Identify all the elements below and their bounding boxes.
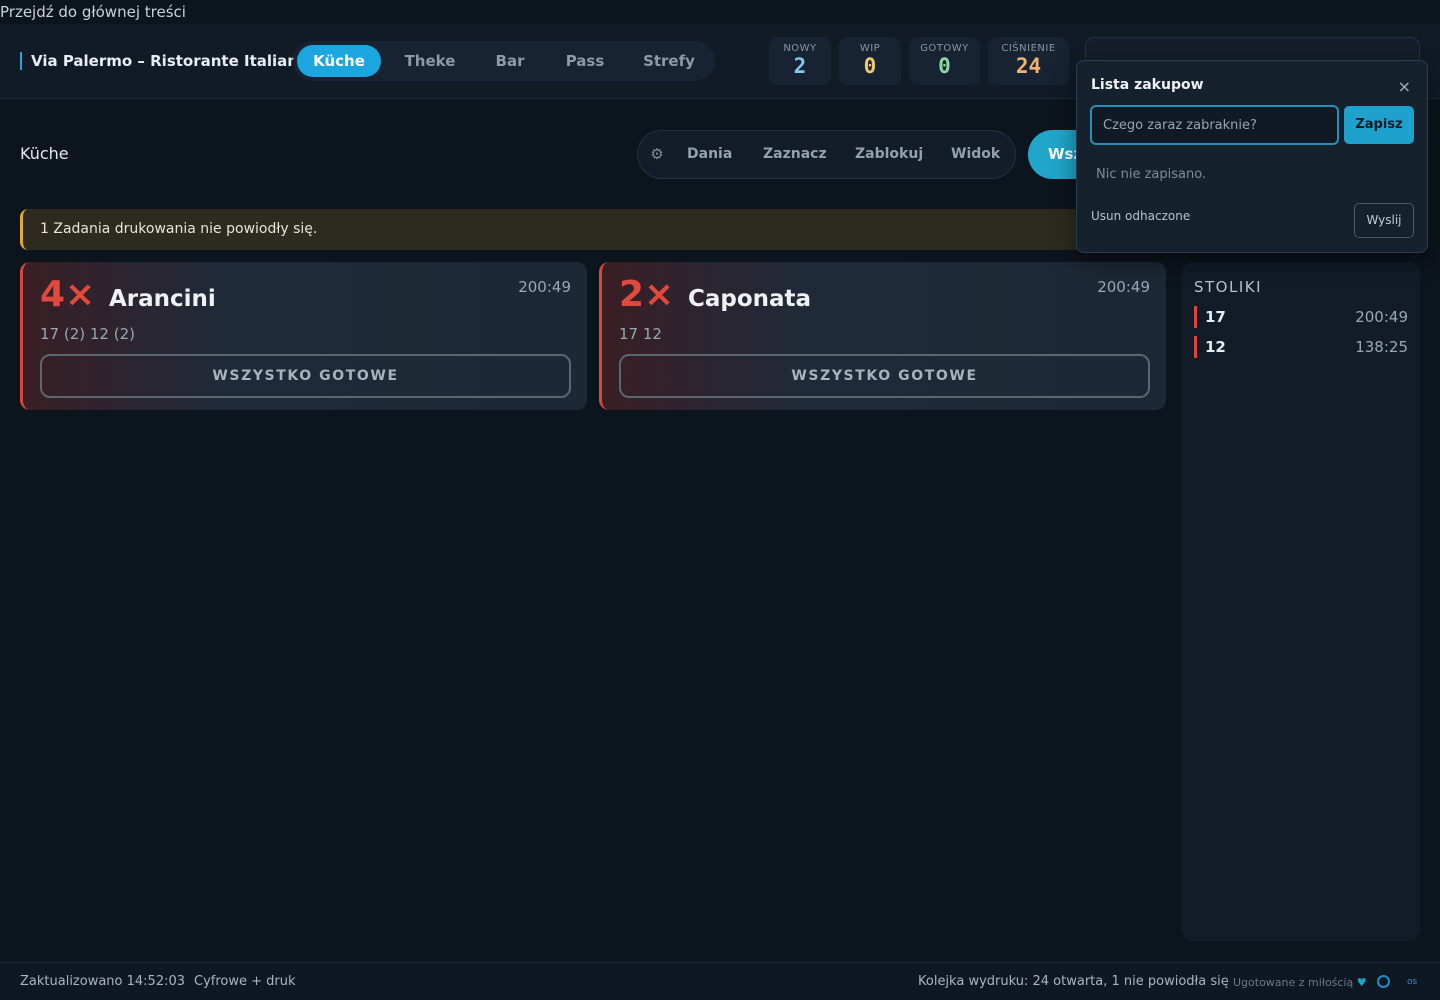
order-tables: 17 (2) 12 (2) [40,325,135,343]
stat-wip: WIP 0 [839,37,901,85]
table-number: 17 [1205,308,1226,326]
last-updated: Zaktualizowano 14:52:03 [20,974,186,989]
dishes-button[interactable]: Dania [687,146,732,162]
table-number: 12 [1205,338,1226,356]
order-quantity: 2× [619,274,675,315]
order-timer: 200:49 [1097,278,1150,296]
output-mode: Cyfrowe + druk [194,974,296,989]
order-tables: 17 12 [619,325,662,343]
order-timer: 200:49 [518,278,571,296]
order-quantity: 4× [40,274,96,315]
order-dish-name: Arancini [109,286,216,312]
credit-label: Ugotowane z miłością [1233,976,1354,989]
order-card: 2× Caponata 200:49 17 12 WSZYSTKO GOTOWE [599,262,1166,410]
tab-theke[interactable]: Theke [387,45,473,77]
os-label: os [1407,977,1418,987]
print-queue-status: Kolejka wydruku: 24 otwarta, 1 nie powio… [918,974,1229,989]
save-button[interactable]: Zapisz [1344,106,1414,144]
all-ready-button[interactable]: WSZYSTKO GOTOWE [619,354,1150,398]
table-row[interactable]: 17 200:49 [1194,306,1408,328]
credit-text: Ugotowane z miłością ♥ [1233,976,1367,989]
station-tabs: Küche Theke Bar Pass Strefy [293,41,715,81]
status-footer: Zaktualizowano 14:52:03 Cyfrowe + druk K… [0,962,1440,1000]
empty-list-message: Nic nie zapisano. [1096,167,1207,182]
stat-wip-label: WIP [859,43,881,54]
view-button[interactable]: Widok [951,146,1000,162]
shopping-list-popover: Lista zakupow × Zapisz Nic nie zapisano.… [1076,60,1428,253]
tab-strefy[interactable]: Strefy [629,45,709,77]
stat-ready: GOTOWY 0 [909,37,980,85]
stat-new-label: NOWY [783,43,817,54]
tab-pass[interactable]: Pass [547,45,623,77]
skip-to-content-link[interactable]: Przejdź do głównej treści [0,0,186,24]
print-error-banner: 1 Zadania drukowania nie powiodły się. [20,209,1110,250]
connection-ring-icon [1377,975,1390,988]
tab-kuche[interactable]: Küche [297,45,381,77]
table-time: 200:49 [1355,308,1408,326]
block-button[interactable]: Zablokuj [855,146,923,162]
table-row[interactable]: 12 138:25 [1194,336,1408,358]
stat-wip-value: 0 [863,54,877,78]
clear-checked-button[interactable]: Usun odhaczone [1091,209,1190,223]
order-card: 4× Arancini 200:49 17 (2) 12 (2) WSZYSTK… [20,262,587,410]
tables-panel: STOLIKI 17 200:49 12 138:25 [1182,262,1420,941]
gear-icon[interactable]: ⚙ [649,145,665,163]
stat-ready-value: 0 [938,54,951,78]
page-title: Küche [20,144,69,163]
stat-pressure-value: 24 [1015,54,1042,78]
shopping-item-input[interactable] [1090,105,1339,145]
view-toolbar: ⚙ Dania Zaznacz Zablokuj Widok [637,130,1016,179]
stat-new: NOWY 2 [769,37,831,85]
heart-icon: ♥ [1356,976,1367,989]
stat-pressure: CIŚNIENIE 24 [988,37,1069,85]
shopping-list-title: Lista zakupow [1091,77,1204,93]
select-button[interactable]: Zaznacz [763,146,827,162]
order-dish-name: Caponata [688,286,812,312]
stat-pressure-label: CIŚNIENIE [1001,43,1056,54]
restaurant-name: Via Palermo – Ristorante Italiano [20,52,308,70]
tab-bar[interactable]: Bar [479,45,541,77]
all-ready-button[interactable]: WSZYSTKO GOTOWE [40,354,571,398]
tables-panel-title: STOLIKI [1194,278,1263,296]
stat-ready-label: GOTOWY [920,43,969,54]
send-button[interactable]: Wyslij [1354,203,1414,238]
close-icon[interactable]: × [1398,77,1411,96]
stat-new-value: 2 [793,54,807,78]
table-time: 138:25 [1355,338,1408,356]
